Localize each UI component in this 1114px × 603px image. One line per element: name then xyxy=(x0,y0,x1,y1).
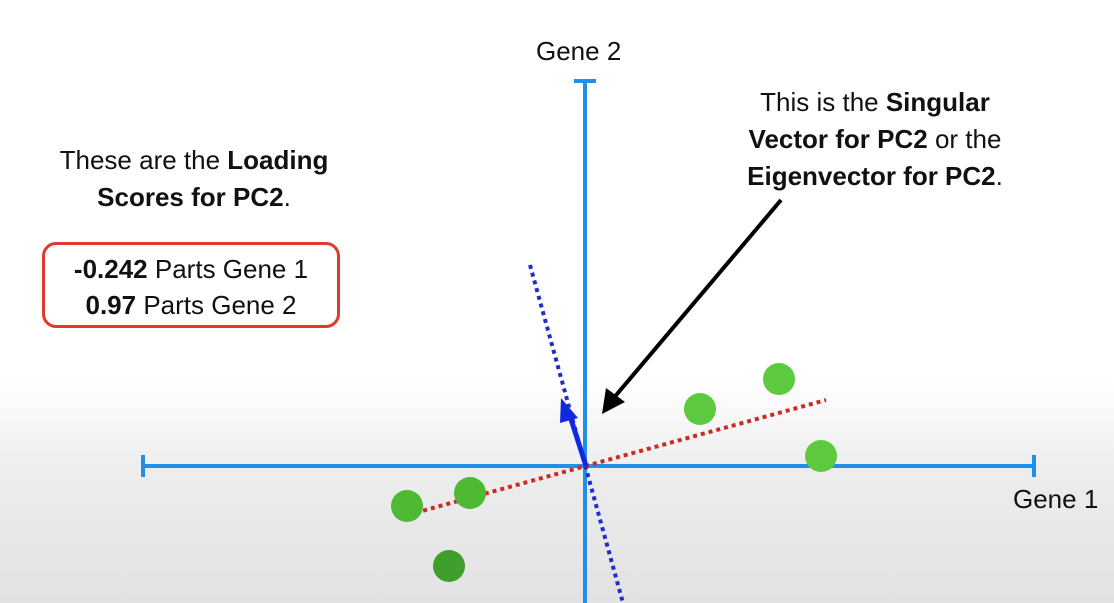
note-text: . xyxy=(283,182,291,212)
note-text: . xyxy=(995,161,1003,191)
loading-scores-box: -0.242 Parts Gene 1 0.97 Parts Gene 2 xyxy=(42,242,340,328)
pointer-arrowhead xyxy=(602,388,625,414)
note-bold-text: Singular xyxy=(885,87,990,117)
data-point xyxy=(684,393,716,425)
data-point xyxy=(805,440,837,472)
note-bold-text: Vector for PC2 xyxy=(748,124,928,154)
note-bold-text: Eigenvector for PC2 xyxy=(747,161,996,191)
data-point xyxy=(433,550,465,582)
data-point xyxy=(763,363,795,395)
note-text: or the xyxy=(927,124,1002,154)
data-point xyxy=(391,490,423,522)
gene2-loading-value: 0.97 xyxy=(85,290,137,320)
singular-vector-note: This is the Singular Vector for PC2 or t… xyxy=(700,84,1050,195)
y-axis-label: Gene 2 xyxy=(536,36,622,66)
x-axis-label: Gene 1 xyxy=(1013,484,1099,514)
data-point xyxy=(454,477,486,509)
pointer-arrow-shaft xyxy=(610,198,783,402)
gene1-loading-value: -0.242 xyxy=(73,254,148,284)
note-text: This is the xyxy=(760,87,886,117)
note-bold-text: Scores for PC2 xyxy=(97,182,284,212)
gene1-loading-label: Parts Gene 1 xyxy=(147,254,309,284)
note-text: These are the xyxy=(59,145,228,175)
gene2-loading-label: Parts Gene 2 xyxy=(136,290,297,320)
loading-scores-note: These are the Loading Scores for PC2. xyxy=(24,142,364,216)
singular-vector-arrowhead xyxy=(560,398,578,423)
note-bold-text: Loading xyxy=(227,145,329,175)
